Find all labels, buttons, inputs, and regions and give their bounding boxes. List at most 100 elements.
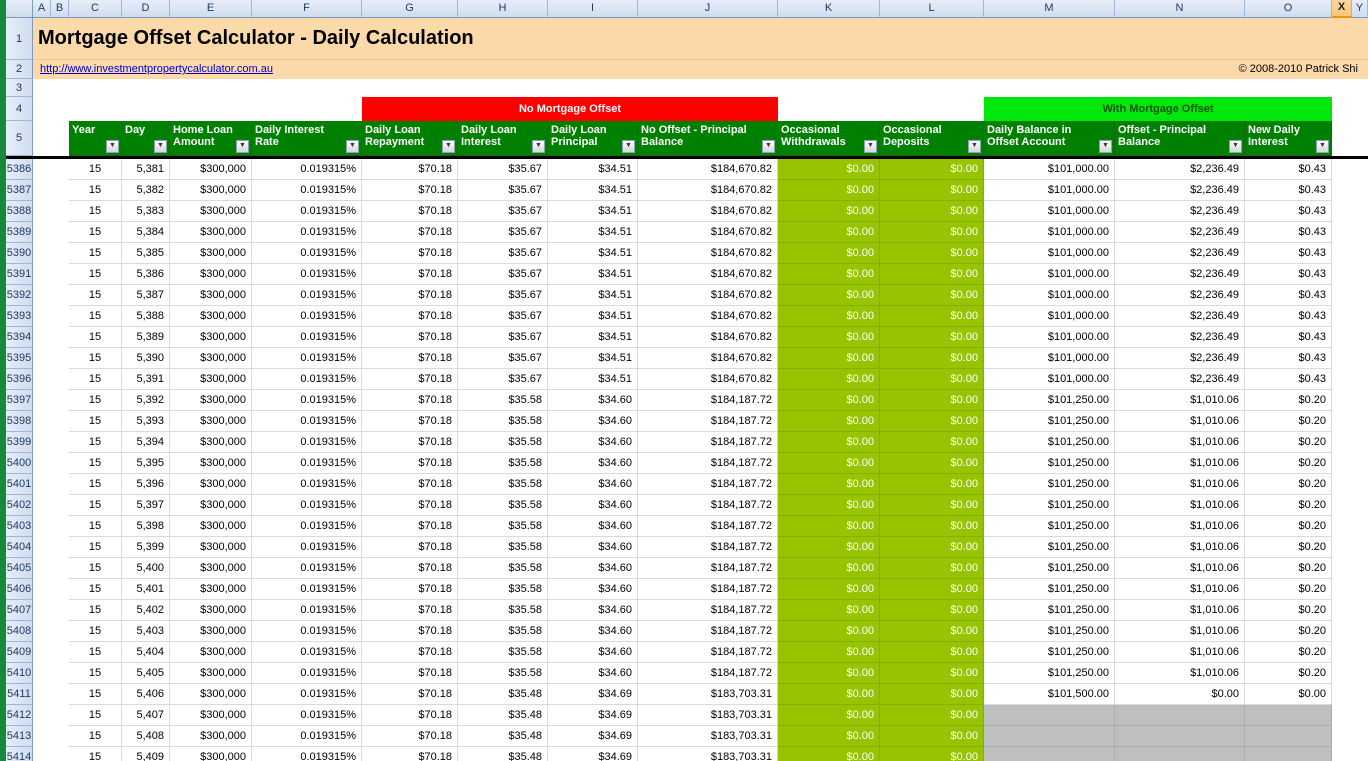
cell-K5395[interactable]: $0.00 bbox=[778, 348, 880, 369]
cell-M5402[interactable]: $101,250.00 bbox=[984, 495, 1115, 516]
cell-L5390[interactable]: $0.00 bbox=[880, 243, 984, 264]
cell-Y5414[interactable] bbox=[1352, 747, 1368, 761]
cell-A5386[interactable] bbox=[33, 159, 51, 180]
cell-N5401[interactable]: $1,010.06 bbox=[1115, 474, 1245, 495]
cell-N5402[interactable]: $1,010.06 bbox=[1115, 495, 1245, 516]
cell-B5411[interactable] bbox=[51, 684, 69, 705]
cell-F5405[interactable]: 0.019315% bbox=[252, 558, 362, 579]
cell-F5406[interactable]: 0.019315% bbox=[252, 579, 362, 600]
cell-A5410[interactable] bbox=[33, 663, 51, 684]
row-header-5401[interactable]: 5401 bbox=[6, 474, 33, 495]
filter-dropdown-icon[interactable]: ▼ bbox=[1099, 140, 1112, 153]
cell-L5406[interactable]: $0.00 bbox=[880, 579, 984, 600]
cell-C5407[interactable]: 15 bbox=[69, 600, 122, 621]
cell-D5404[interactable]: 5,399 bbox=[122, 537, 170, 558]
column-header-C[interactable]: C bbox=[69, 0, 122, 18]
row-header-5412[interactable]: 5412 bbox=[6, 705, 33, 726]
filter-dropdown-icon[interactable]: ▼ bbox=[1229, 140, 1242, 153]
cell-N5397[interactable]: $1,010.06 bbox=[1115, 390, 1245, 411]
cell-X5411[interactable] bbox=[1332, 684, 1352, 705]
cell-M5392[interactable]: $101,000.00 bbox=[984, 285, 1115, 306]
cell-K5406[interactable]: $0.00 bbox=[778, 579, 880, 600]
cell-G5405[interactable]: $70.18 bbox=[362, 558, 458, 579]
cell-B5412[interactable] bbox=[51, 705, 69, 726]
cell-J5391[interactable]: $184,670.82 bbox=[638, 264, 778, 285]
row-header-5405[interactable]: 5405 bbox=[6, 558, 33, 579]
cell-G5392[interactable]: $70.18 bbox=[362, 285, 458, 306]
cell-G5388[interactable]: $70.18 bbox=[362, 201, 458, 222]
cell-D5408[interactable]: 5,403 bbox=[122, 621, 170, 642]
cell-J5398[interactable]: $184,187.72 bbox=[638, 411, 778, 432]
cell-X5391[interactable] bbox=[1332, 264, 1352, 285]
cell-C5409[interactable]: 15 bbox=[69, 642, 122, 663]
cell-G5386[interactable]: $70.18 bbox=[362, 159, 458, 180]
cell-Y5404[interactable] bbox=[1352, 537, 1368, 558]
cell-B5408[interactable] bbox=[51, 621, 69, 642]
cell-E5386[interactable]: $300,000 bbox=[170, 159, 252, 180]
cell-D5390[interactable]: 5,385 bbox=[122, 243, 170, 264]
cell-O5410[interactable]: $0.20 bbox=[1245, 663, 1332, 684]
cell-F5410[interactable]: 0.019315% bbox=[252, 663, 362, 684]
cell-M5411[interactable]: $101,500.00 bbox=[984, 684, 1115, 705]
cell-J5394[interactable]: $184,670.82 bbox=[638, 327, 778, 348]
cell-B5396[interactable] bbox=[51, 369, 69, 390]
cell-X5402[interactable] bbox=[1332, 495, 1352, 516]
cell-O5406[interactable]: $0.20 bbox=[1245, 579, 1332, 600]
filter-header-E[interactable]: Home Loan Amount▼ bbox=[170, 121, 252, 156]
column-header-I[interactable]: I bbox=[548, 0, 638, 18]
cell-N5391[interactable]: $2,236.49 bbox=[1115, 264, 1245, 285]
cell-J5397[interactable]: $184,187.72 bbox=[638, 390, 778, 411]
cell-B5394[interactable] bbox=[51, 327, 69, 348]
cell-Y5407[interactable] bbox=[1352, 600, 1368, 621]
cell-B5409[interactable] bbox=[51, 642, 69, 663]
cell-Y5387[interactable] bbox=[1352, 180, 1368, 201]
cell-F5395[interactable]: 0.019315% bbox=[252, 348, 362, 369]
cell-I5403[interactable]: $34.60 bbox=[548, 516, 638, 537]
row-header-5394[interactable]: 5394 bbox=[6, 327, 33, 348]
cell-K5397[interactable]: $0.00 bbox=[778, 390, 880, 411]
cell-G5387[interactable]: $70.18 bbox=[362, 180, 458, 201]
cell-O5400[interactable]: $0.20 bbox=[1245, 453, 1332, 474]
cell-K5391[interactable]: $0.00 bbox=[778, 264, 880, 285]
cell-A5392[interactable] bbox=[33, 285, 51, 306]
cell-M5404[interactable]: $101,250.00 bbox=[984, 537, 1115, 558]
filter-header-G[interactable]: Daily Loan Repayment▼ bbox=[362, 121, 458, 156]
cell-B5389[interactable] bbox=[51, 222, 69, 243]
cell-X5390[interactable] bbox=[1332, 243, 1352, 264]
cell-O5397[interactable]: $0.20 bbox=[1245, 390, 1332, 411]
cell-N5398[interactable]: $1,010.06 bbox=[1115, 411, 1245, 432]
cell-I5393[interactable]: $34.51 bbox=[548, 306, 638, 327]
cell-C5387[interactable]: 15 bbox=[69, 180, 122, 201]
cell-I5387[interactable]: $34.51 bbox=[548, 180, 638, 201]
cell-X5[interactable] bbox=[1332, 121, 1352, 156]
cell-J5408[interactable]: $184,187.72 bbox=[638, 621, 778, 642]
cell-I5405[interactable]: $34.60 bbox=[548, 558, 638, 579]
filter-header-D[interactable]: Day▼ bbox=[122, 121, 170, 156]
cell-K5405[interactable]: $0.00 bbox=[778, 558, 880, 579]
cell-D5387[interactable]: 5,382 bbox=[122, 180, 170, 201]
cell-O5392[interactable]: $0.43 bbox=[1245, 285, 1332, 306]
cell-F5389[interactable]: 0.019315% bbox=[252, 222, 362, 243]
cell-A5407[interactable] bbox=[33, 600, 51, 621]
row-header-5409[interactable]: 5409 bbox=[6, 642, 33, 663]
cell-A5414[interactable] bbox=[33, 747, 51, 761]
cell-O5398[interactable]: $0.20 bbox=[1245, 411, 1332, 432]
row-header-5408[interactable]: 5408 bbox=[6, 621, 33, 642]
cell-F5388[interactable]: 0.019315% bbox=[252, 201, 362, 222]
cell-C5389[interactable]: 15 bbox=[69, 222, 122, 243]
cell-J5403[interactable]: $184,187.72 bbox=[638, 516, 778, 537]
cell-M5409[interactable]: $101,250.00 bbox=[984, 642, 1115, 663]
cell-Y5405[interactable] bbox=[1352, 558, 1368, 579]
cell-G5393[interactable]: $70.18 bbox=[362, 306, 458, 327]
row-header-5397[interactable]: 5397 bbox=[6, 390, 33, 411]
column-header-L[interactable]: L bbox=[880, 0, 984, 18]
cell-J5396[interactable]: $184,670.82 bbox=[638, 369, 778, 390]
cell-C5404[interactable]: 15 bbox=[69, 537, 122, 558]
cell-H5391[interactable]: $35.67 bbox=[458, 264, 548, 285]
cell-N5407[interactable]: $1,010.06 bbox=[1115, 600, 1245, 621]
title-cell[interactable]: Mortgage Offset Calculator - Daily Calcu… bbox=[33, 18, 1368, 60]
cell-F5390[interactable]: 0.019315% bbox=[252, 243, 362, 264]
row-header-5392[interactable]: 5392 bbox=[6, 285, 33, 306]
filter-header-M[interactable]: Daily Balance in Offset Account▼ bbox=[984, 121, 1115, 156]
cell-B5413[interactable] bbox=[51, 726, 69, 747]
